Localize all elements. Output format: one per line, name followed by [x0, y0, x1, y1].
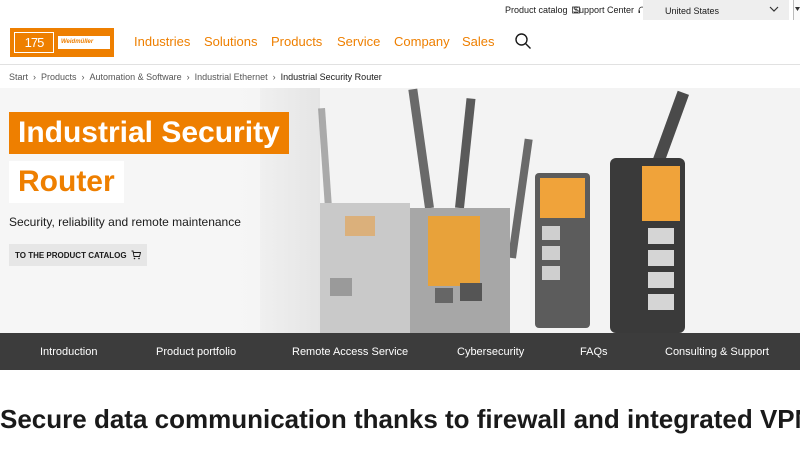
breadcrumb-current: Industrial Security Router — [280, 72, 382, 82]
logo[interactable]: 175 Weidmüller — [10, 28, 114, 57]
scrollbar[interactable] — [793, 0, 800, 20]
scroll-arrow-icon — [795, 7, 800, 11]
product-catalog-label: Product catalog — [505, 5, 568, 15]
product-catalog-button[interactable]: TO THE PRODUCT CATALOG — [9, 244, 147, 266]
chevron-right-icon: › — [186, 72, 190, 82]
search-icon[interactable] — [514, 32, 532, 50]
hero-title-line1: Industrial Security — [9, 112, 289, 154]
hero-title-line2: Router — [9, 161, 124, 203]
nav-company[interactable]: Company — [394, 34, 450, 49]
breadcrumb-ethernet[interactable]: Industrial Ethernet — [195, 72, 268, 82]
country-select[interactable]: United States — [643, 0, 789, 20]
chevron-down-icon — [769, 6, 779, 12]
section-headline: Secure data communication thanks to fire… — [0, 404, 800, 434]
breadcrumb-products[interactable]: Products — [41, 72, 77, 82]
country-value: United States — [665, 6, 720, 16]
product-catalog-button-label: TO THE PRODUCT CATALOG — [15, 250, 127, 260]
chevron-right-icon: › — [272, 72, 276, 82]
nav-industries[interactable]: Industries — [134, 34, 190, 49]
nav-products[interactable]: Products — [271, 34, 322, 49]
breadcrumb: Start › Products › Automation & Software… — [9, 72, 382, 82]
chevron-right-icon: › — [81, 72, 85, 82]
support-center-label: Support Center — [573, 5, 635, 15]
nav-service[interactable]: Service — [337, 34, 380, 49]
product-catalog-link[interactable]: Product catalog — [505, 5, 580, 15]
logo-anniversary: 175 — [14, 32, 54, 53]
breadcrumb-start[interactable]: Start — [9, 72, 28, 82]
utility-bar: Product catalog Support Center United St… — [0, 0, 800, 22]
header-divider — [0, 64, 800, 65]
hero-subtitle: Security, reliability and remote mainten… — [9, 215, 241, 229]
section-introduction[interactable]: Introduction — [40, 346, 97, 358]
section-cybersecurity[interactable]: Cybersecurity — [457, 346, 524, 358]
support-center-link[interactable]: Support Center — [573, 5, 646, 15]
section-nav: Introduction Product portfolio Remote Ac… — [0, 333, 800, 370]
section-product-portfolio[interactable]: Product portfolio — [156, 346, 236, 358]
breadcrumb-automation[interactable]: Automation & Software — [90, 72, 182, 82]
chevron-right-icon: › — [33, 72, 37, 82]
section-consulting-support[interactable]: Consulting & Support — [665, 346, 769, 358]
section-faqs[interactable]: FAQs — [580, 346, 608, 358]
cart-icon — [131, 250, 141, 260]
logo-brand: Weidmüller — [58, 36, 110, 49]
nav-sales[interactable]: Sales — [462, 34, 495, 49]
nav-solutions[interactable]: Solutions — [204, 34, 257, 49]
section-remote-access[interactable]: Remote Access Service — [292, 346, 408, 358]
